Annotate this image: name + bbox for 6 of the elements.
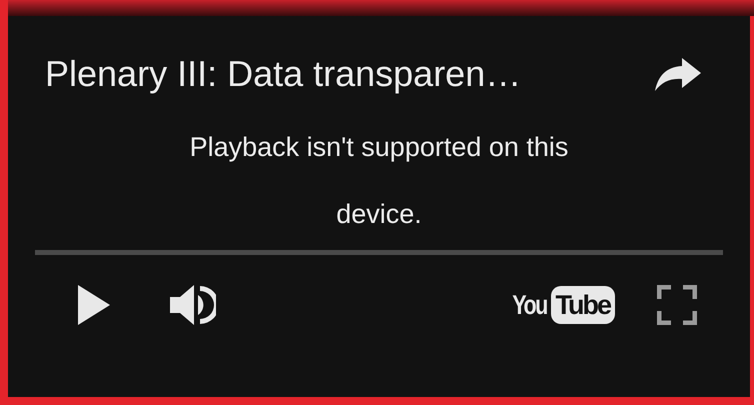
share-icon[interactable] [654, 56, 702, 92]
error-message: Playback isn't supported on this device. [188, 131, 570, 231]
fullscreen-icon[interactable] [657, 285, 697, 325]
volume-icon[interactable] [170, 283, 216, 327]
video-title[interactable]: Plenary III: Data transparen… [45, 56, 522, 92]
play-icon[interactable] [78, 285, 110, 325]
